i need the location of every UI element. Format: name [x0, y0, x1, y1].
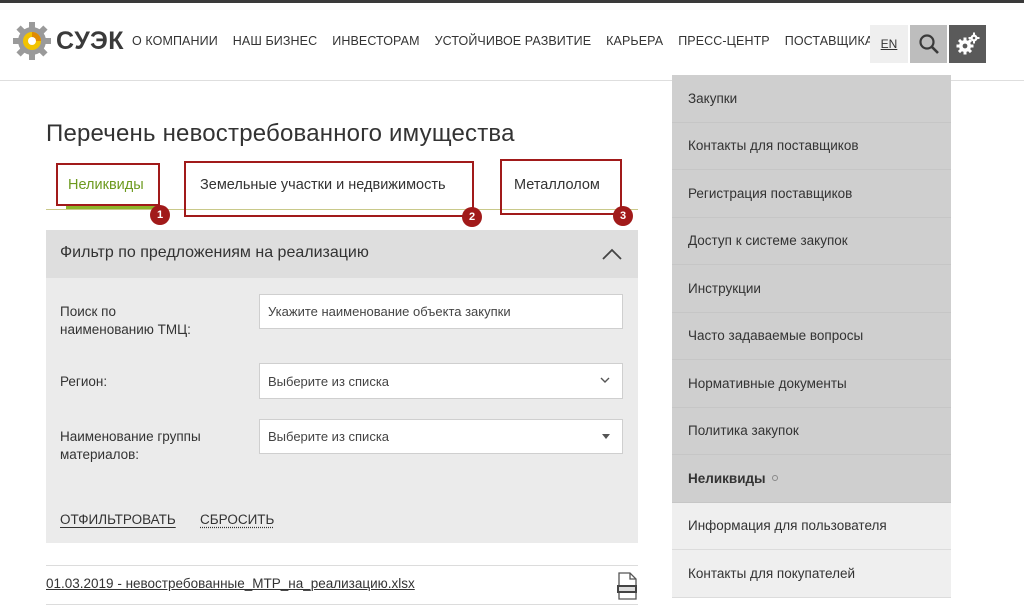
sidebar-item-policy[interactable]: Политика закупок — [672, 407, 951, 455]
search-label-line1: Поиск по — [60, 304, 116, 319]
sidebar-item-label: Часто задаваемые вопросы — [688, 328, 864, 344]
region-label: Регион: — [60, 374, 108, 389]
file-list-item: 01.03.2019 - невостребованные_МТР_на_реа… — [46, 565, 638, 605]
reset-filter-button[interactable]: СБРОСИТЬ — [200, 512, 274, 527]
sidebar-item-label: Доступ к системе закупок — [688, 233, 848, 249]
region-select-value: Выберите из списка — [268, 373, 390, 389]
chevron-up-icon[interactable] — [600, 244, 624, 264]
group-label-line2: материалов: — [60, 447, 140, 462]
sidebar-item-label: Инструкции — [688, 280, 761, 296]
sidebar-item-procurement[interactable]: Закупки — [672, 75, 951, 123]
callout-box-3 — [500, 159, 622, 215]
nav-press[interactable]: ПРЕСС-ЦЕНТР — [678, 34, 770, 48]
sidebar-item-label: Политика закупок — [688, 423, 799, 439]
group-select-value: Выберите из списка — [268, 429, 390, 444]
filter-header[interactable]: Фильтр по предложениям на реализацию — [46, 230, 638, 278]
search-input[interactable]: Укажите наименование объекта закупки — [259, 294, 623, 329]
page-title: Перечень невостребованного имущества — [46, 120, 515, 147]
active-ring-icon — [771, 475, 778, 482]
sidebar-item-instructions[interactable]: Инструкции — [672, 265, 951, 313]
filter-title: Фильтр по предложениям на реализацию — [60, 244, 369, 261]
sidebar-item-buyer-contacts[interactable]: Контакты для покупателей — [672, 550, 951, 598]
sidebar-item-user-info[interactable]: Информация для пользователя — [672, 502, 951, 550]
sidebar-item-label: Информация для пользователя — [688, 518, 887, 534]
sidebar-item-label: Контакты для поставщиков — [688, 138, 859, 154]
group-label-line1: Наименование группы — [60, 429, 201, 444]
callout-box-1 — [56, 163, 160, 206]
language-switch[interactable]: EN — [870, 25, 908, 63]
sidebar-item-supplier-contacts[interactable]: Контакты для поставщиков — [672, 122, 951, 170]
file-download-link[interactable]: 01.03.2019 - невостребованные_МТР_на_реа… — [46, 576, 415, 591]
nav-career[interactable]: КАРЬЕРА — [606, 34, 663, 48]
sidebar-item-faq[interactable]: Часто задаваемые вопросы — [672, 312, 951, 360]
sidebar-item-label: Нормативные документы — [688, 375, 847, 391]
settings-button[interactable] — [949, 25, 986, 63]
sidebar-item-label: Неликвиды — [688, 470, 766, 486]
callout-badge-2: 2 — [462, 207, 482, 227]
apply-filter-button[interactable]: ОТФИЛЬТРОВАТЬ — [60, 512, 176, 527]
search-label-line2: наименованию ТМЦ: — [60, 322, 191, 337]
sidebar-item-illiquid[interactable]: Неликвиды — [672, 455, 951, 503]
material-group-select[interactable]: Выберите из списка — [259, 419, 623, 454]
sidebar-item-regulations[interactable]: Нормативные документы — [672, 360, 951, 408]
nav-sustainability[interactable]: УСТОЙЧИВОЕ РАЗВИТИЕ — [435, 34, 592, 48]
nav-business[interactable]: НАШ БИЗНЕС — [233, 34, 317, 48]
sidebar-item-label: Контакты для покупателей — [688, 565, 856, 581]
sidebar-item-label: Регистрация поставщиков — [688, 185, 853, 201]
main-nav: О КОМПАНИИ НАШ БИЗНЕС ИНВЕСТОРАМ УСТОЙЧИ… — [132, 34, 909, 48]
nav-suppliers-label: ПОСТАВЩИКАМ — [784, 34, 884, 48]
logo-text: СУЭК — [56, 26, 124, 55]
sidebar-item-label: Закупки — [688, 90, 738, 106]
xlsx-file-icon[interactable] — [616, 572, 638, 600]
sidebar-item-supplier-registration[interactable]: Регистрация поставщиков — [672, 170, 951, 218]
search-label: Поиск по наименованию ТМЦ: — [60, 303, 191, 339]
site-header: СУЭК О КОМПАНИИ НАШ БИЗНЕС ИНВЕСТОРАМ УС… — [0, 3, 1024, 81]
caret-down-icon — [602, 434, 610, 439]
active-tab-indicator — [66, 206, 158, 209]
callout-badge-1: 1 — [150, 205, 170, 225]
nav-investors[interactable]: ИНВЕСТОРАМ — [332, 34, 419, 48]
search-button[interactable] — [910, 25, 947, 63]
sidebar-nav: Закупки Контакты для поставщиков Регистр… — [672, 75, 951, 598]
chevron-down-icon — [600, 377, 610, 383]
sidebar-item-system-access[interactable]: Доступ к системе закупок — [672, 217, 951, 265]
region-select[interactable]: Выберите из списка — [259, 363, 623, 399]
filter-panel: Фильтр по предложениям на реализацию Пои… — [46, 230, 638, 543]
logo-gear-icon — [13, 22, 51, 60]
group-label: Наименование группы материалов: — [60, 428, 201, 464]
callout-badge-3: 3 — [613, 206, 633, 226]
nav-about[interactable]: О КОМПАНИИ — [132, 34, 218, 48]
logo[interactable]: СУЭК — [12, 21, 124, 61]
gears-icon — [956, 32, 979, 55]
callout-box-2 — [184, 161, 474, 217]
search-icon — [918, 34, 939, 54]
search-placeholder: Укажите наименование объекта закупки — [268, 304, 511, 319]
